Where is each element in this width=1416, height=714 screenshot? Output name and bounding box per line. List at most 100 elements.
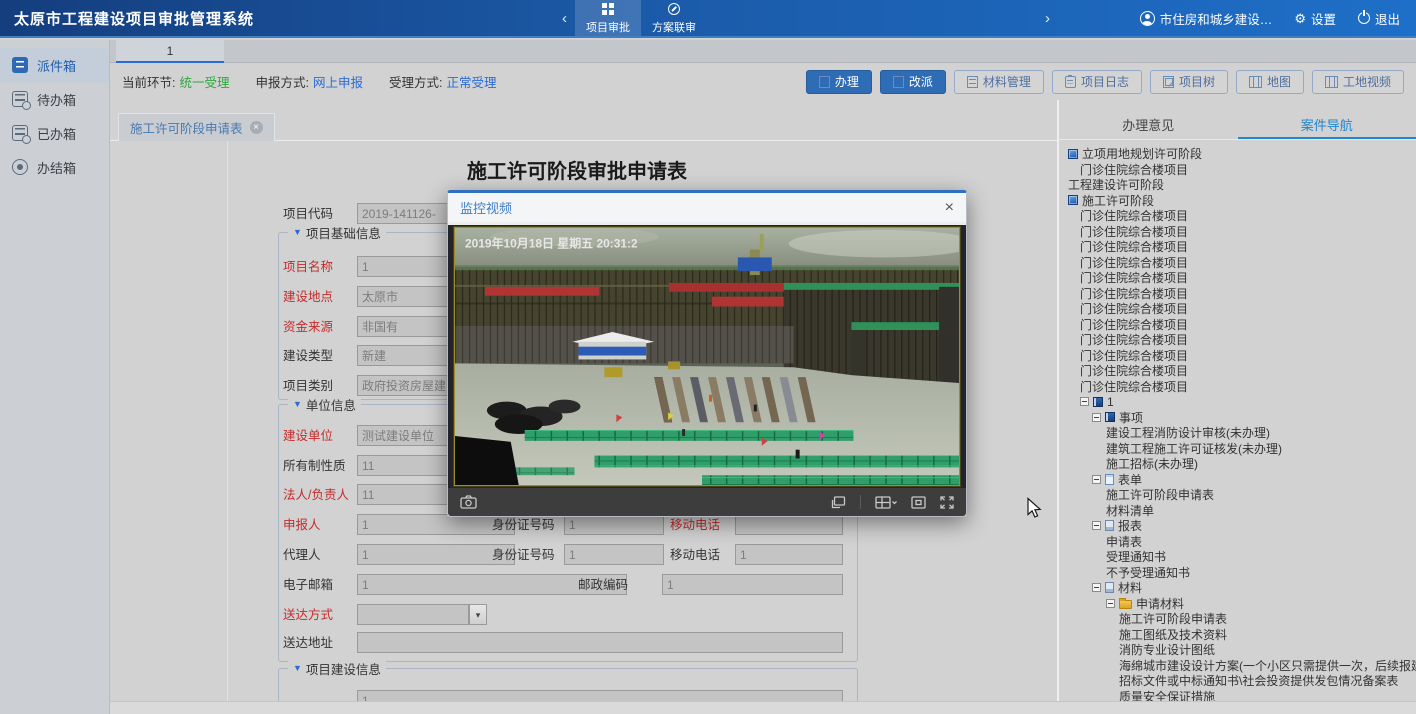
tree-item[interactable]: 施工招标(未办理)	[1063, 456, 1416, 472]
toolbar-button[interactable]: 材料管理	[954, 70, 1044, 94]
tree-item[interactable]: 门诊住院综合楼项目	[1063, 379, 1416, 395]
user-menu[interactable]: 市住房和城乡建设…	[1140, 9, 1273, 28]
tree-item[interactable]: 门诊住院综合楼项目	[1063, 239, 1416, 255]
tab-case-navigation[interactable]: 案件导航	[1238, 114, 1416, 139]
nav-forward-chevron-icon[interactable]: ›	[1037, 10, 1058, 27]
workspace-tab[interactable]: 1	[116, 40, 224, 63]
delivery-address-input[interactable]	[357, 632, 843, 653]
bottom-scroll-strip[interactable]	[110, 701, 1416, 714]
tree-expander-icon[interactable]	[1092, 583, 1101, 592]
declarant-id-input[interactable]	[564, 514, 664, 535]
tree-item[interactable]: 材料	[1063, 580, 1416, 596]
tree-item[interactable]: 海绵城市建设设计方案(一个小区只需提供一次，后续报建时提供	[1063, 658, 1416, 674]
tab-close-icon[interactable]: ×	[250, 121, 263, 134]
declare-mode-value: 网上申报	[313, 72, 363, 91]
sidebar-item[interactable]: 办结箱	[0, 150, 109, 184]
toolbar-button[interactable]: 改派	[880, 70, 946, 94]
tree-expander-icon[interactable]	[1092, 521, 1101, 530]
toolbar-button[interactable]: 办理	[806, 70, 872, 94]
tree-item[interactable]: 门诊住院综合楼项目	[1063, 208, 1416, 224]
tree-item[interactable]: 施工许可阶段申请表	[1063, 487, 1416, 503]
project-name-label: 项目名称	[283, 256, 333, 278]
multi-window-icon[interactable]	[831, 496, 846, 509]
tree-item[interactable]: 表单	[1063, 472, 1416, 488]
tree-item[interactable]: 门诊住院综合楼项目	[1063, 301, 1416, 317]
tree-item[interactable]: 建设工程消防设计审核(未办理)	[1063, 425, 1416, 441]
logout-button[interactable]: 退出	[1358, 9, 1400, 28]
sidebar-item[interactable]: 待办箱	[0, 82, 109, 116]
toolbar-button[interactable]: 项目树	[1150, 70, 1228, 94]
status-info: 当前环节: 统一受理 申报方式: 网上申报 受理方式: 正常受理	[122, 72, 497, 91]
declarant-mobile-input[interactable]	[735, 514, 843, 535]
delivery-mode-select[interactable]	[357, 604, 469, 625]
snapshot-icon[interactable]	[460, 495, 477, 509]
tree-item[interactable]: 门诊住院综合楼项目	[1063, 348, 1416, 364]
tree-item[interactable]: 门诊住院综合楼项目	[1063, 317, 1416, 333]
tree-item-label: 材料	[1118, 579, 1142, 596]
tree-item[interactable]: 不予受理通知书	[1063, 565, 1416, 581]
tree-item[interactable]: 门诊住院综合楼项目	[1063, 255, 1416, 271]
fullscreen-icon[interactable]	[940, 496, 954, 509]
agent-id-input[interactable]	[564, 544, 664, 565]
tree-item[interactable]: 材料清单	[1063, 503, 1416, 519]
toolbar-button-label: 工地视频	[1343, 73, 1391, 90]
tree-item[interactable]: 招标文件或中标通知书\社会投资提供发包情况备案表	[1063, 673, 1416, 689]
nav-tab-icon	[666, 1, 682, 17]
section-build-legend[interactable]: ▼ 项目建设信息	[288, 660, 386, 676]
sidebar-item[interactable]: 派件箱	[0, 48, 109, 82]
tree-item[interactable]: 1	[1063, 394, 1416, 410]
tree-item[interactable]: 事项	[1063, 410, 1416, 426]
video-toolbar	[448, 488, 966, 516]
tree-item[interactable]: 门诊住院综合楼项目	[1063, 332, 1416, 348]
tree-item-label: 门诊住院综合楼项目	[1080, 223, 1188, 240]
modal-header[interactable]: 监控视频 ×	[448, 193, 966, 222]
tree-item[interactable]: 工程建设许可阶段	[1063, 177, 1416, 193]
tree-item-label: 建设工程消防设计审核(未办理)	[1106, 424, 1270, 441]
tree-item-label: 施工招标(未办理)	[1106, 455, 1198, 472]
toolbar-button-icon	[967, 76, 978, 88]
tree-item-label: 施工许可阶段	[1082, 192, 1154, 209]
tree-item[interactable]: 建筑工程施工许可证核发(未办理)	[1063, 441, 1416, 457]
sidebar: 派件箱 待办箱 已办箱 办结箱	[0, 40, 110, 714]
tab-handling-opinion[interactable]: 办理意见	[1059, 114, 1238, 139]
tree-item[interactable]: 门诊住院综合楼项目	[1063, 270, 1416, 286]
tree-item[interactable]: 报表	[1063, 518, 1416, 534]
tree-item[interactable]: 立项用地规划许可阶段	[1063, 146, 1416, 162]
tree-expander-icon[interactable]	[1080, 397, 1089, 406]
tree-item[interactable]: 消防专业设计图纸	[1063, 642, 1416, 658]
section-basic-legend[interactable]: ▼ 项目基础信息	[288, 224, 386, 240]
scale-icon[interactable]	[911, 496, 926, 509]
tree-expander-icon[interactable]	[1106, 599, 1115, 608]
tree-expander-icon[interactable]	[1092, 475, 1101, 484]
tree-item[interactable]: 门诊住院综合楼项目	[1063, 162, 1416, 178]
tree-item[interactable]: 受理通知书	[1063, 549, 1416, 565]
toolbar-button[interactable]: 地图	[1236, 70, 1304, 94]
form-tab[interactable]: 施工许可阶段申请表 ×	[118, 113, 275, 141]
sidebar-item[interactable]: 已办箱	[0, 116, 109, 150]
tree-item[interactable]: 申请表	[1063, 534, 1416, 550]
nav-back-chevron-icon[interactable]: ‹	[554, 10, 575, 27]
layout-grid-icon[interactable]	[875, 496, 897, 509]
tree-item[interactable]: 施工许可阶段	[1063, 193, 1416, 209]
nav-tab-label: 项目审批	[586, 19, 630, 35]
toolbar-button[interactable]: 工地视频	[1312, 70, 1404, 94]
tree-item[interactable]: 门诊住院综合楼项目	[1063, 286, 1416, 302]
tree-item[interactable]: 申请材料	[1063, 596, 1416, 612]
tree-item[interactable]: 门诊住院综合楼项目	[1063, 224, 1416, 240]
close-icon[interactable]: ×	[945, 200, 954, 216]
agent-mobile-input[interactable]	[735, 544, 843, 565]
section-unit-legend[interactable]: ▼ 单位信息	[288, 396, 361, 412]
nav-tab[interactable]: 项目审批	[575, 0, 641, 36]
settings-button[interactable]: ⚙ 设置	[1294, 9, 1336, 28]
tree-item[interactable]: 施工许可阶段申请表	[1063, 611, 1416, 627]
toolbar-separator	[860, 495, 861, 509]
surveillance-video[interactable]: 2019年10月18日 星期五 20:31:2	[454, 227, 960, 486]
tree-expander-icon[interactable]	[1092, 413, 1101, 422]
dropdown-arrow-icon[interactable]: ▾	[469, 604, 487, 625]
postcode-input[interactable]	[662, 574, 843, 595]
tree-item[interactable]: 施工图纸及技术资料	[1063, 627, 1416, 643]
tree-node-icon	[1068, 149, 1078, 159]
nav-tab[interactable]: 方案联审	[641, 0, 707, 36]
toolbar-button[interactable]: 项目日志	[1052, 70, 1142, 94]
tree-item[interactable]: 门诊住院综合楼项目	[1063, 363, 1416, 379]
